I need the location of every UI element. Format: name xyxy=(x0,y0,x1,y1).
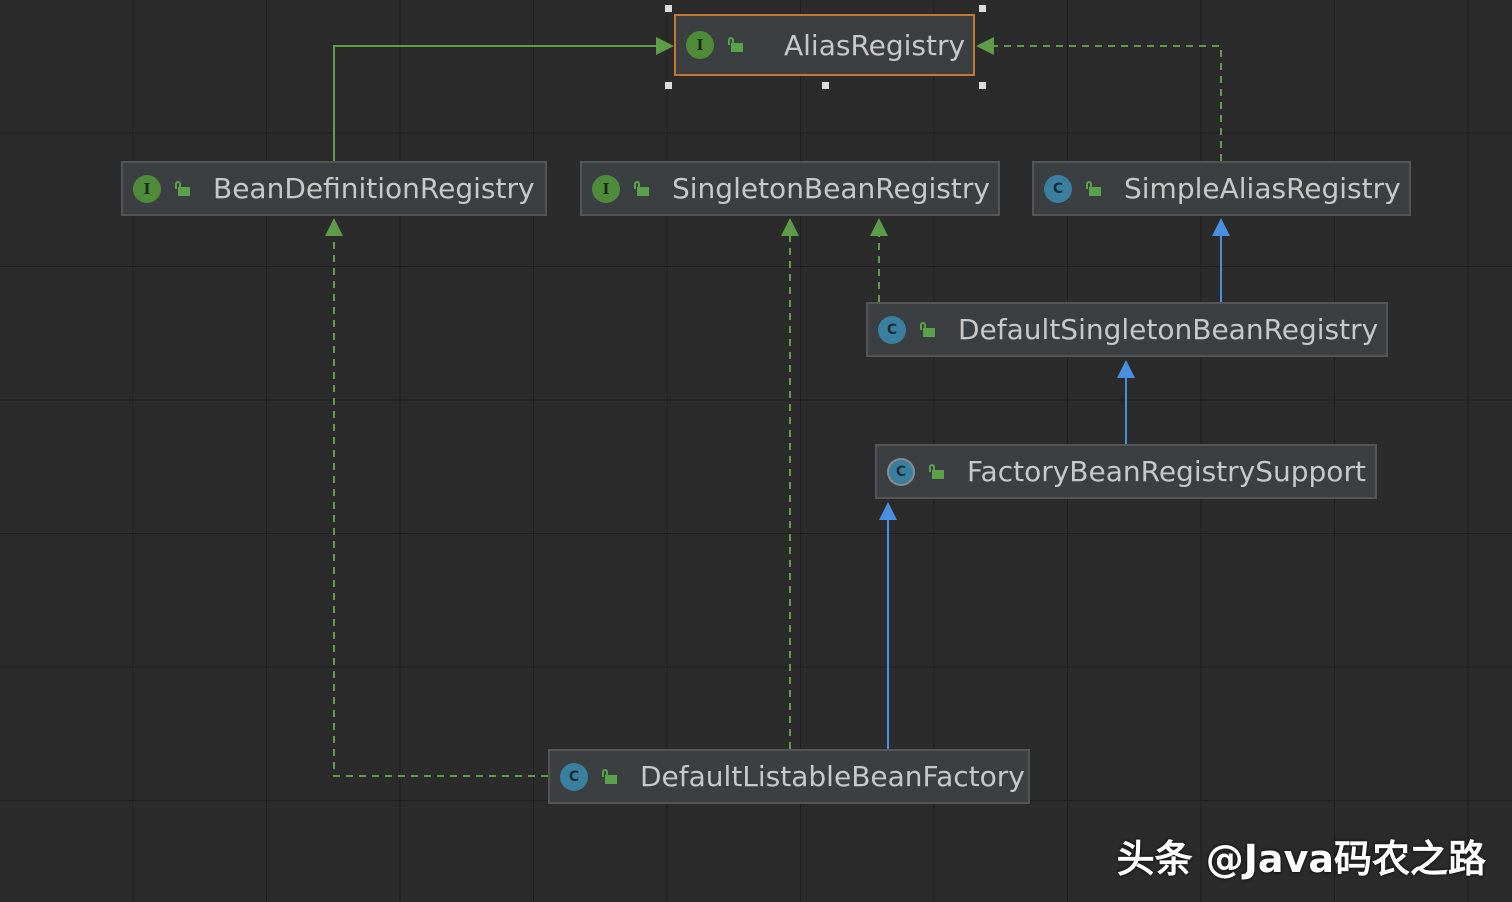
public-lock-icon xyxy=(634,180,650,197)
selection-handle-bottom-right[interactable] xyxy=(979,82,986,89)
node-label: SimpleAliasRegistry xyxy=(1124,172,1401,205)
arrowhead-singleton-left xyxy=(781,218,799,236)
arrowhead-beandefinition xyxy=(325,218,343,236)
arrowhead-aliasregistry-right xyxy=(976,37,994,55)
public-lock-icon xyxy=(175,180,191,197)
node-alias-registry[interactable]: I AliasRegistry xyxy=(674,14,975,76)
node-factory-bean-registry-support[interactable]: C FactoryBeanRegistrySupport xyxy=(875,444,1377,499)
arrowhead-singleton-right xyxy=(870,218,888,236)
selection-handle-top-left[interactable] xyxy=(665,5,672,12)
arrowhead-simplealias xyxy=(1212,218,1230,236)
public-lock-icon xyxy=(602,768,618,785)
interface-icon: I xyxy=(133,174,161,203)
edge-simplealiasregistry-aliasregistry xyxy=(990,45,1222,161)
arrowhead-defaultsingleton xyxy=(1117,360,1135,378)
class-icon: C xyxy=(560,762,588,791)
node-label: BeanDefinitionRegistry xyxy=(213,172,535,205)
interface-icon: I xyxy=(686,31,714,59)
selection-handle-bottom-left[interactable] xyxy=(665,82,672,89)
public-lock-icon xyxy=(920,321,936,338)
arrowhead-aliasregistry-left xyxy=(656,37,674,55)
node-default-singleton-bean-registry[interactable]: C DefaultSingletonBeanRegistry xyxy=(866,302,1388,357)
edge-defaultlistable-beandefinition xyxy=(333,234,548,777)
class-icon: C xyxy=(1044,174,1072,203)
edge-beandefinitionregistry-aliasregistry xyxy=(333,45,668,161)
node-label: FactoryBeanRegistrySupport xyxy=(967,455,1366,488)
class-icon: C xyxy=(878,315,906,344)
node-label: DefaultListableBeanFactory xyxy=(640,760,1025,793)
public-lock-icon xyxy=(1086,180,1102,197)
interface-icon: I xyxy=(592,174,620,203)
watermark: 头条 @Java码农之路 xyxy=(1116,837,1486,881)
selection-handle-bottom-mid[interactable] xyxy=(822,82,829,89)
public-lock-icon xyxy=(728,37,744,53)
node-default-listable-bean-factory[interactable]: C DefaultListableBeanFactory xyxy=(548,749,1030,804)
arrowhead-factorysupport xyxy=(879,502,897,520)
node-bean-definition-registry[interactable]: I BeanDefinitionRegistry xyxy=(121,161,547,216)
selection-handle-top-right[interactable] xyxy=(979,5,986,12)
node-simple-alias-registry[interactable]: C SimpleAliasRegistry xyxy=(1032,161,1411,216)
public-lock-icon xyxy=(929,463,945,480)
node-singleton-bean-registry[interactable]: I SingletonBeanRegistry xyxy=(580,161,1000,216)
node-label: SingletonBeanRegistry xyxy=(672,172,990,205)
node-label: AliasRegistry xyxy=(784,28,966,62)
abstract-class-icon: C xyxy=(887,457,915,486)
node-label: DefaultSingletonBeanRegistry xyxy=(958,313,1379,346)
